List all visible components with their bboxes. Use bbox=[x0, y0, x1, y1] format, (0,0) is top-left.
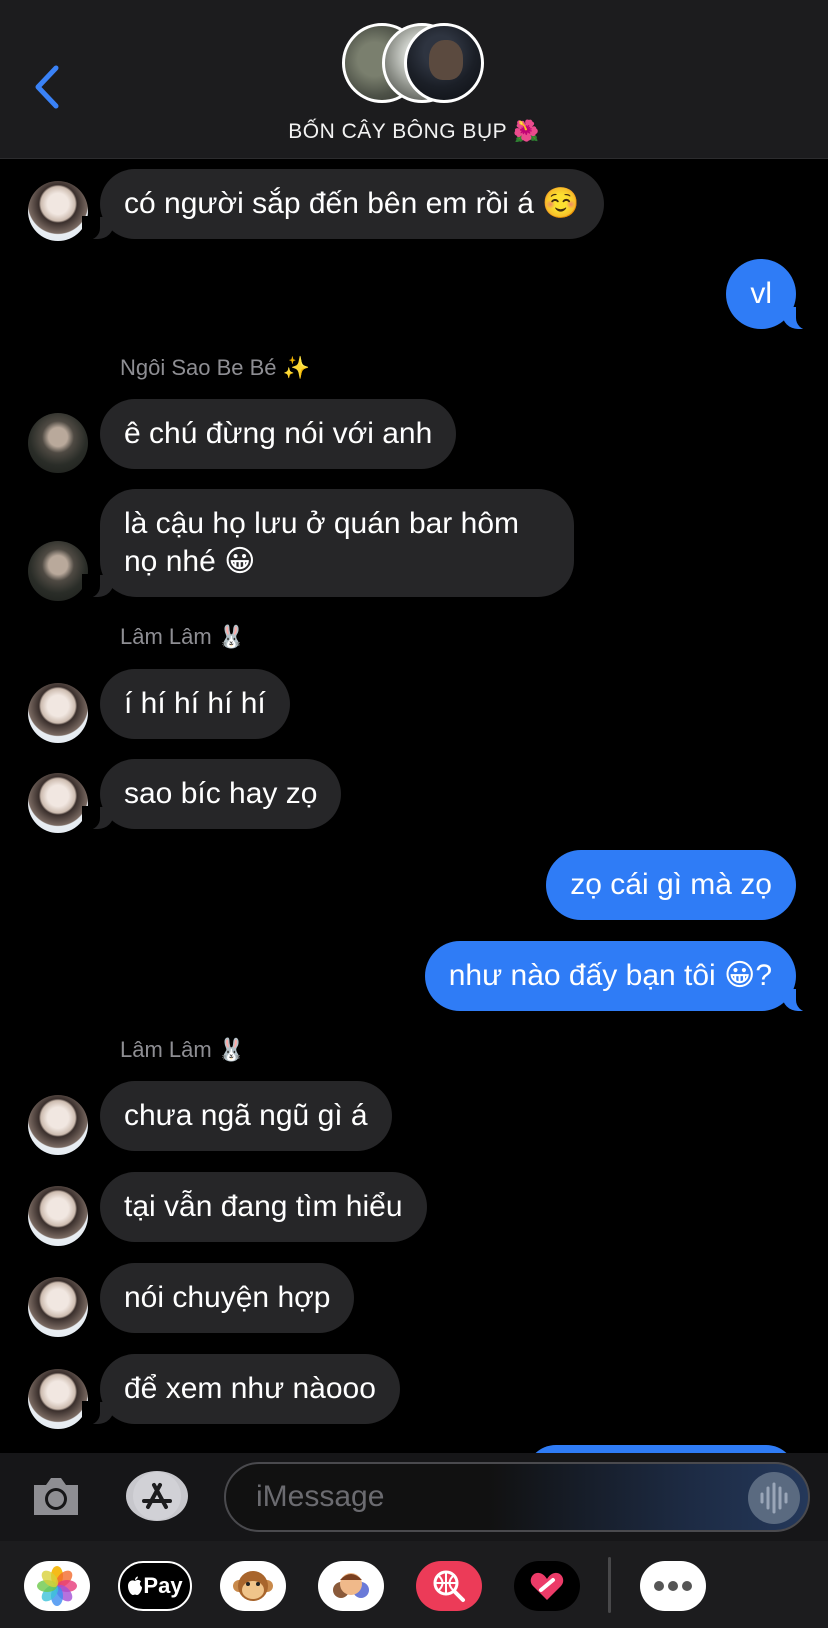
outgoing-message-partial[interactable] bbox=[526, 1445, 796, 1453]
sender-name: Ngôi Sao Be Bé ✨ bbox=[120, 355, 311, 380]
back-chevron-icon[interactable] bbox=[28, 62, 68, 112]
outgoing-message[interactable]: như nào đấy bạn tôi 😀? bbox=[424, 941, 815, 1012]
message-text: í hí hí hí hí bbox=[124, 687, 266, 720]
more-apps-button[interactable] bbox=[640, 1561, 706, 1611]
sender-avatar[interactable] bbox=[28, 413, 88, 473]
group-avatars[interactable] bbox=[342, 23, 486, 109]
sender-avatar[interactable] bbox=[28, 1277, 88, 1337]
outgoing-message[interactable]: zọ cái gì mà zọ bbox=[546, 850, 796, 920]
incoming-message[interactable]: là cậu họ lưu ở quán bar hôm nọ nhé 😀 bbox=[82, 489, 574, 598]
sender-avatar[interactable] bbox=[28, 1186, 88, 1246]
sender-name: Lâm Lâm 🐰 bbox=[120, 624, 246, 649]
incoming-message[interactable]: nói chuyện hợp bbox=[100, 1263, 355, 1333]
sender-avatar[interactable] bbox=[28, 541, 88, 601]
appstore-icon[interactable] bbox=[126, 1471, 188, 1521]
message-text: nói chuyện hợp bbox=[124, 1281, 331, 1314]
message-text: ê chú đừng nói với anh bbox=[124, 417, 433, 450]
camera-icon[interactable] bbox=[30, 1473, 82, 1519]
sender-avatar[interactable] bbox=[28, 773, 88, 833]
message-text: tại vẫn đang tìm hiểu bbox=[124, 1190, 403, 1223]
animoji-app-button[interactable] bbox=[220, 1561, 286, 1611]
sender-avatar[interactable] bbox=[28, 1095, 88, 1155]
sender-avatar[interactable] bbox=[28, 1369, 88, 1429]
group-member-avatar bbox=[404, 23, 484, 103]
message-text: vl bbox=[750, 277, 772, 310]
group-name[interactable]: BỐN CÂY BÔNG BỤP 🌺 bbox=[0, 120, 828, 144]
photos-icon bbox=[37, 1566, 77, 1606]
incoming-message[interactable]: sao bíc hay zọ bbox=[81, 759, 342, 830]
app-drawer: Pay bbox=[0, 1541, 828, 1628]
image-search-app-button[interactable] bbox=[416, 1561, 482, 1611]
message-text: có người sắp đến bên em rồi á ☺️ bbox=[124, 187, 580, 220]
digital-touch-app-button[interactable] bbox=[514, 1561, 580, 1611]
message-input-placeholder: iMessage bbox=[256, 1480, 385, 1513]
photos-app-button[interactable] bbox=[24, 1561, 90, 1611]
conversation-header: BỐN CÂY BÔNG BỤP 🌺 bbox=[0, 0, 828, 159]
incoming-message[interactable]: có người sắp đến bên em rồi á ☺️ bbox=[82, 169, 604, 240]
message-list[interactable]: có người sắp đến bên em rồi á ☺️ vl Ngôi… bbox=[0, 159, 828, 1453]
apple-pay-label: Pay bbox=[143, 1573, 183, 1598]
audio-message-button[interactable] bbox=[748, 1472, 800, 1524]
incoming-message[interactable]: chưa ngã ngũ gì á bbox=[100, 1081, 392, 1151]
globe-search-icon bbox=[433, 1570, 465, 1602]
incoming-message[interactable]: ê chú đừng nói với anh bbox=[100, 399, 457, 469]
message-text-line: là cậu họ lưu ở quán bar hôm bbox=[124, 507, 519, 540]
message-text: chưa ngã ngũ gì á bbox=[124, 1099, 368, 1132]
outgoing-message[interactable]: vl bbox=[726, 259, 814, 330]
more-icon bbox=[654, 1581, 692, 1591]
sender-avatar[interactable] bbox=[28, 181, 88, 241]
message-text: sao bíc hay zọ bbox=[124, 777, 318, 810]
message-text: như nào đấy bạn tôi 😀? bbox=[448, 959, 772, 992]
sender-name: Lâm Lâm 🐰 bbox=[120, 1037, 246, 1062]
message-text: zọ cái gì mà zọ bbox=[570, 868, 772, 901]
drawer-divider bbox=[608, 1557, 611, 1613]
digital-touch-heart-icon bbox=[530, 1572, 564, 1600]
memoji-app-button[interactable] bbox=[318, 1561, 384, 1611]
incoming-message[interactable]: tại vẫn đang tìm hiểu bbox=[100, 1172, 427, 1242]
apple-pay-button[interactable]: Pay bbox=[118, 1561, 192, 1611]
waveform-icon bbox=[760, 1482, 788, 1514]
apple-logo-icon bbox=[128, 1576, 143, 1595]
message-text: để xem như nàooo bbox=[124, 1372, 376, 1405]
memoji-icon bbox=[333, 1573, 369, 1598]
compose-bar: iMessage bbox=[0, 1453, 828, 1541]
monkey-animoji-icon bbox=[233, 1571, 273, 1601]
incoming-message[interactable]: để xem như nàooo bbox=[82, 1354, 400, 1425]
message-input[interactable]: iMessage bbox=[224, 1462, 810, 1532]
incoming-message[interactable]: í hí hí hí hí bbox=[100, 669, 290, 739]
sender-avatar[interactable] bbox=[28, 683, 88, 743]
message-text-line: nọ nhé 😀 bbox=[124, 545, 256, 578]
